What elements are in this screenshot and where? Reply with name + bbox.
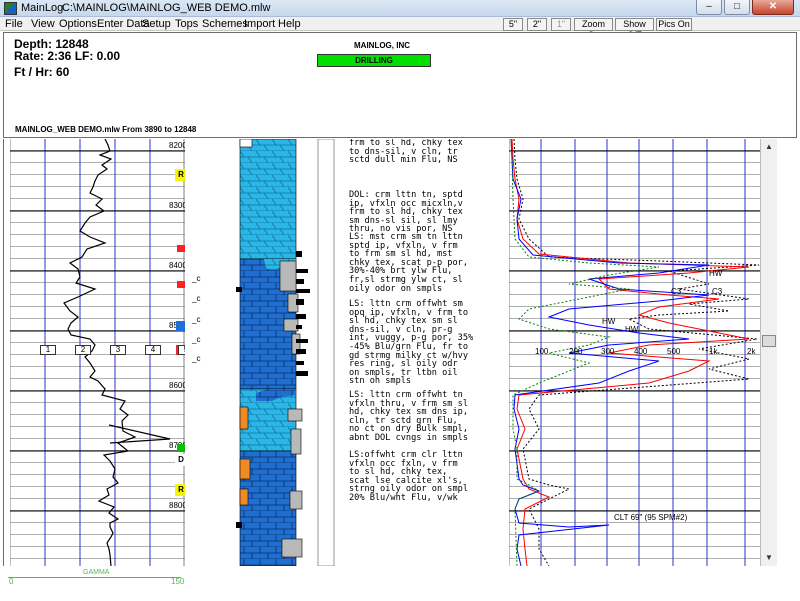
lith-description: LS: lttn crm offwht sm opq ip, vfxln, v …	[349, 299, 474, 387]
lithology-svg	[236, 139, 335, 566]
lith-description: LS:offwht crm clr lttn vfxln occ fxln, v…	[349, 450, 468, 503]
company-name: MAINLOG, INC	[354, 41, 410, 50]
menu-options[interactable]: Options	[59, 18, 97, 30]
maximize-button[interactable]: □	[724, 0, 750, 15]
flag-red[interactable]	[177, 281, 185, 288]
scale-box: 2	[75, 345, 91, 355]
menu-file[interactable]: File	[5, 18, 23, 30]
flag-green[interactable]	[177, 444, 185, 452]
gas-scale-label: 200	[569, 347, 583, 356]
lith-description: DOL: crm lttn tn, sptd ip, vfxln occ mic…	[349, 190, 463, 235]
menu-tops[interactable]: Tops	[175, 18, 198, 30]
gas-scale-label: 2k	[747, 347, 756, 356]
menu-view[interactable]: View	[31, 18, 55, 30]
c-marker: _c	[192, 335, 201, 344]
lith-description: LS: lttn crm offwht tn vfxln thru, v frm…	[349, 390, 468, 443]
gas-annotation: C3	[671, 287, 682, 296]
gamma-track: 8200 8300 8400 8500 8600 8700 8800 R R D…	[10, 139, 185, 566]
scale-2in-button[interactable]: 2"	[527, 18, 547, 31]
lith-description: frm to sl hd, chky tex to dns-sil, v cln…	[349, 139, 463, 166]
vertical-scrollbar[interactable]: ▲ ▼	[760, 139, 777, 566]
scale-1in-button[interactable]: 1"	[551, 18, 571, 31]
depth-label: 8300	[169, 201, 185, 210]
scale-box: 4	[145, 345, 161, 355]
ft-per-hr-readout: Ft / Hr: 60	[14, 65, 70, 79]
flag-d[interactable]: D	[175, 454, 185, 466]
menu-help[interactable]: Help	[278, 18, 301, 30]
gas-annotation: HW	[602, 317, 616, 326]
log-area[interactable]: 8200 8300 8400 8500 8600 8700 8800 R R D…	[3, 139, 760, 566]
flag-r[interactable]: R	[175, 484, 185, 496]
gas-track: 100 200 300 400 500 1k 2k HW HW C3 C3 HW…	[509, 139, 760, 566]
menu-bar: File View Options Enter Data Setup Tops …	[0, 17, 800, 40]
gamma-spike	[108, 424, 171, 444]
gas-scale-label: 1k	[709, 347, 718, 356]
gamma-max: 150	[171, 577, 185, 586]
status-badge: DRILLING	[317, 54, 431, 67]
gas-scale-label: 100	[535, 347, 549, 356]
rate-readout: Rate: 2:36 LF: 0.00	[14, 49, 121, 63]
menu-setup[interactable]: Setup	[142, 18, 171, 30]
app-name: MainLog	[21, 2, 64, 14]
gamma-scale-line	[8, 577, 181, 578]
show-ct-button[interactable]: Show C/T	[615, 18, 654, 40]
gamma-scale: GAMMA 0 150	[3, 567, 185, 597]
gas-annotation: CLT 69" (95 SPM#2)	[614, 513, 688, 522]
c-marker: _c	[192, 274, 201, 283]
scale-box: 1	[40, 345, 56, 355]
flag-blue[interactable]	[176, 321, 185, 331]
c-marker: _c	[192, 354, 201, 363]
scale-5in-button[interactable]: 5"	[503, 18, 523, 31]
scale-box: 5	[178, 345, 185, 355]
gas-scale-label: 500	[667, 347, 681, 356]
gas-annotation: HW	[709, 269, 723, 278]
gas-scale-label: 300	[601, 347, 615, 356]
depth-label: 8400	[169, 261, 185, 270]
gas-annotation: HW	[625, 325, 639, 334]
minimize-button[interactable]: –	[696, 0, 722, 15]
flag-r[interactable]: R	[175, 169, 185, 181]
gas-annotation: C3	[712, 287, 723, 296]
menu-schemes[interactable]: Schemes	[202, 18, 248, 30]
lithology-track	[236, 139, 336, 566]
menu-import[interactable]: Import	[244, 18, 275, 30]
lith-description: LS: mst crm sm tn lttn sptd ip, vfxln, v…	[349, 232, 468, 294]
scroll-up-icon[interactable]: ▲	[761, 139, 777, 155]
zoom-on-button[interactable]: Zoom On	[574, 18, 613, 40]
flag-red[interactable]	[177, 245, 185, 252]
depth-label: 8600	[169, 381, 185, 390]
gamma-title: GAMMA	[83, 569, 110, 576]
gamma-min: 0	[9, 577, 14, 586]
description-track: frm to sl hd, chky tex to dns-sil, v cln…	[349, 139, 504, 566]
depth-label: 8200	[169, 141, 185, 150]
depth-label: 8800	[169, 501, 185, 510]
c-marker: _c	[192, 315, 201, 324]
app-logo-icon	[4, 2, 17, 15]
scale-box: 3	[110, 345, 126, 355]
file-path: C:\MAINLOG\MAINLOG_WEB DEMO.mlw	[62, 2, 271, 14]
close-button[interactable]: ✕	[752, 0, 794, 15]
title-bar: MainLog C:\MAINLOG\MAINLOG_WEB DEMO.mlw …	[0, 0, 800, 17]
pics-on-button[interactable]: Pics On	[656, 18, 692, 31]
scroll-thumb[interactable]	[762, 335, 776, 347]
scroll-down-icon[interactable]: ▼	[761, 550, 777, 566]
header-panel: Depth: 12848 Rate: 2:36 LF: 0.00 Ft / Hr…	[3, 32, 797, 138]
window-controls: – □ ✕	[696, 0, 794, 15]
file-range-label: MAINLOG_WEB DEMO.mlw From 3890 to 12848	[15, 125, 197, 134]
c-marker: _c	[192, 294, 201, 303]
gas-scale-label: 400	[634, 347, 648, 356]
